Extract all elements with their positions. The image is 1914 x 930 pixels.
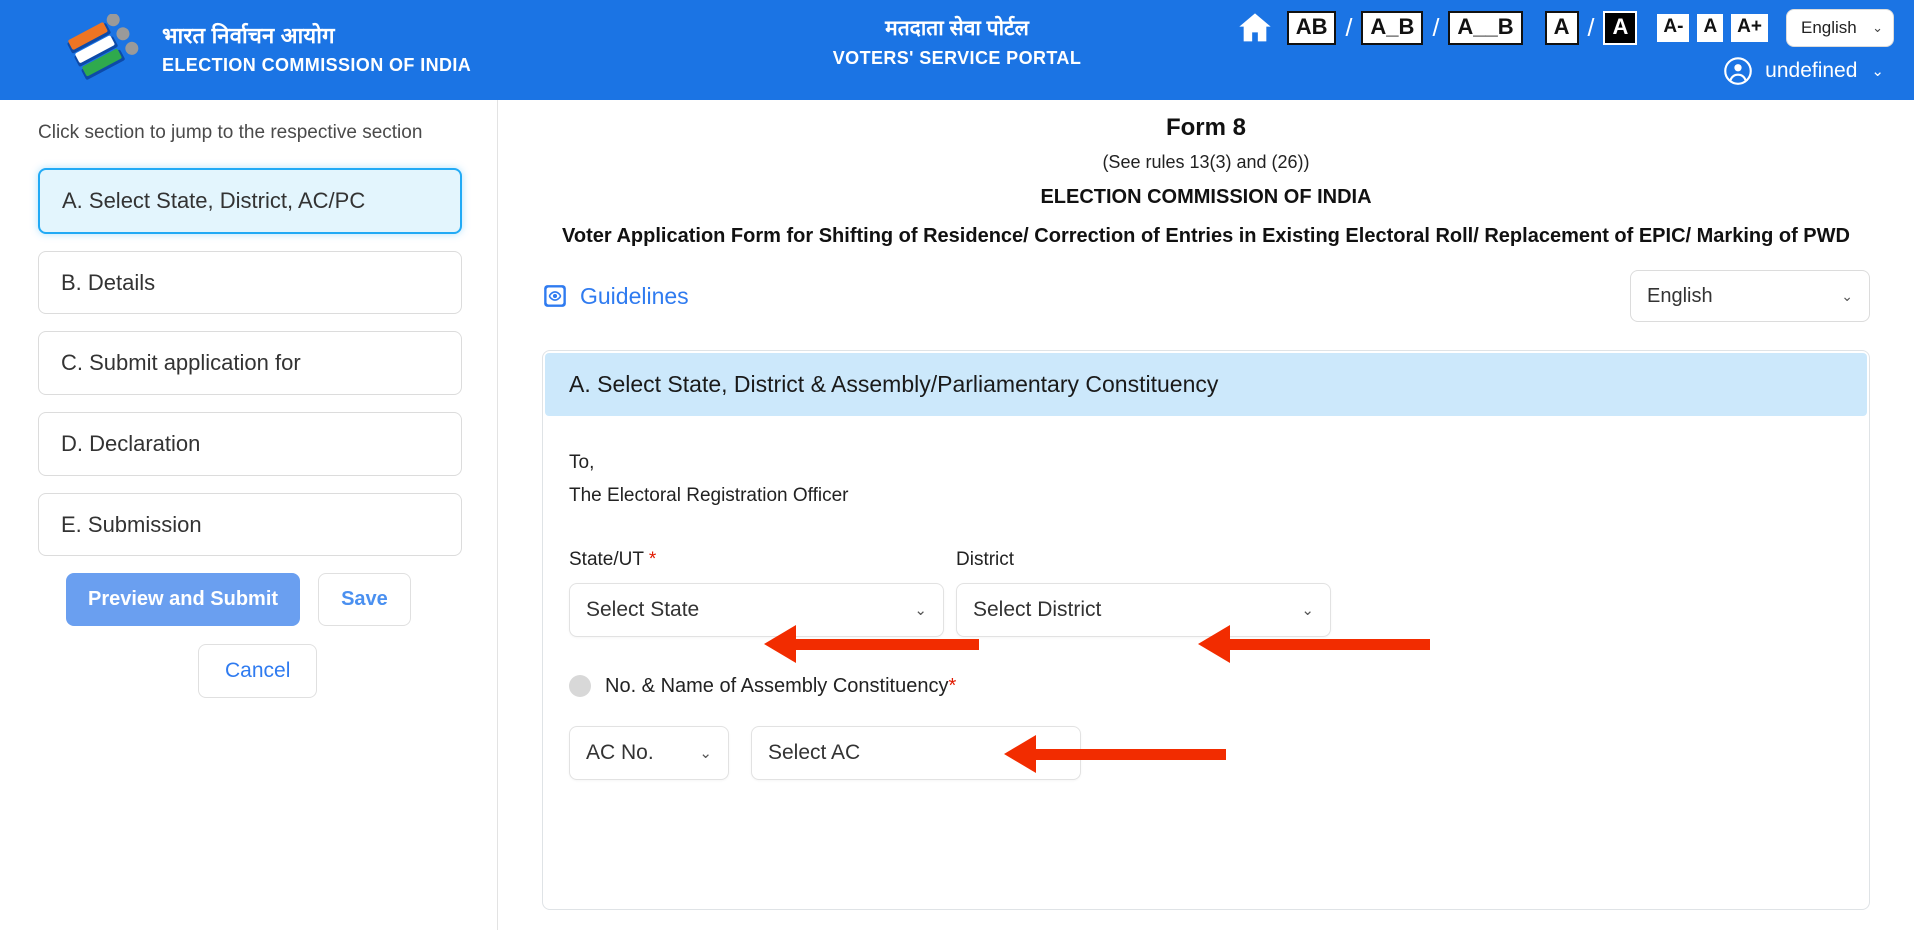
ac-no-select[interactable]: AC No. ⌄ bbox=[569, 725, 729, 780]
brand-text: भारत निर्वाचन आयोग ELECTION COMMISSION O… bbox=[162, 22, 471, 76]
accessibility-toolbar: AB / A_B / A__B A / A A- A A+ English ⌄ bbox=[1235, 8, 1894, 48]
sidebar-item-submit-application-for[interactable]: C. Submit application for bbox=[38, 331, 462, 396]
cancel-button[interactable]: Cancel bbox=[198, 644, 318, 699]
ac-no-field: AC No. ⌄ bbox=[569, 725, 729, 780]
addressee-officer: The Electoral Registration Officer bbox=[569, 485, 849, 507]
save-button[interactable]: Save bbox=[318, 573, 411, 627]
sidebar-item-details[interactable]: B. Details bbox=[38, 250, 462, 315]
eci-ballot-logo-icon bbox=[67, 14, 139, 80]
state-district-row: State/UT * Select State ⌄ District Selec… bbox=[569, 549, 1843, 663]
chevron-down-icon: ⌄ bbox=[1872, 20, 1883, 35]
chevron-down-icon: ⌄ bbox=[1301, 601, 1314, 619]
home-icon[interactable] bbox=[1235, 8, 1275, 48]
required-asterisk: * bbox=[948, 674, 957, 697]
sidebar-item-label: A. Select State, District, AC/PC bbox=[62, 188, 366, 213]
header-language-select[interactable]: English ⌄ bbox=[1786, 9, 1894, 47]
ac-name-select[interactable]: Select AC ⌄ bbox=[751, 725, 1081, 780]
user-menu[interactable]: undefined ⌄ bbox=[1723, 56, 1884, 86]
contrast-invert-button[interactable]: A bbox=[1603, 11, 1638, 45]
eye-guidelines-icon bbox=[544, 285, 566, 307]
state-label: State/UT * bbox=[569, 549, 944, 571]
letter-spacing-normal-button[interactable]: AB bbox=[1286, 11, 1337, 45]
chevron-down-icon: ⌄ bbox=[1871, 63, 1884, 80]
chevron-down-icon: ⌄ bbox=[1051, 744, 1064, 762]
section-a-heading: A. Select State, District & Assembly/Par… bbox=[545, 353, 1867, 416]
section-a-panel: A. Select State, District & Assembly/Par… bbox=[542, 350, 1870, 910]
sidebar-item-label: E. Submission bbox=[61, 511, 202, 537]
chevron-down-icon: ⌄ bbox=[914, 601, 927, 619]
section-navigation-sidebar: Click section to jump to the respective … bbox=[0, 100, 498, 930]
required-asterisk: * bbox=[648, 548, 657, 570]
a11y-separator-1: / bbox=[1345, 13, 1353, 42]
contrast-normal-button[interactable]: A bbox=[1544, 11, 1579, 45]
sidebar-item-label: B. Details bbox=[61, 269, 156, 295]
chevron-down-icon: ⌄ bbox=[1841, 287, 1853, 304]
letter-spacing-wide-button[interactable]: A__B bbox=[1448, 11, 1523, 45]
form-title: Form 8 bbox=[1165, 114, 1246, 141]
sidebar-action-row: Preview and Submit Save bbox=[38, 573, 497, 627]
form-rules-reference: (See rules 13(3) and (26)) bbox=[1102, 152, 1310, 172]
guidelines-label: Guidelines bbox=[580, 282, 689, 309]
district-label-text: District bbox=[956, 548, 1015, 570]
font-default-button[interactable]: A bbox=[1697, 14, 1724, 42]
section-a-body: To, The Electoral Registration Officer S… bbox=[543, 418, 1869, 780]
state-label-text: State/UT bbox=[569, 548, 644, 570]
brand-hindi: भारत निर्वाचन आयोग bbox=[162, 23, 335, 48]
form-language-select[interactable]: English ⌄ bbox=[1630, 270, 1870, 322]
district-select-value: Select District bbox=[973, 597, 1102, 621]
sidebar-item-select-state-district[interactable]: A. Select State, District, AC/PC bbox=[38, 168, 462, 234]
brand-english: ELECTION COMMISSION OF INDIA bbox=[162, 54, 472, 75]
sidebar-item-label: C. Submit application for bbox=[61, 350, 301, 376]
guidelines-row: Guidelines English ⌄ bbox=[542, 270, 1870, 322]
form-subtitle: Voter Application Form for Shifting of R… bbox=[562, 225, 1850, 247]
font-increase-button[interactable]: A+ bbox=[1731, 14, 1768, 42]
app-header: भारत निर्वाचन आयोग ELECTION COMMISSION O… bbox=[0, 0, 1914, 100]
state-field: State/UT * Select State ⌄ bbox=[569, 549, 979, 663]
user-name: undefined bbox=[1765, 59, 1858, 82]
sidebar-item-submission[interactable]: E. Submission bbox=[38, 492, 462, 557]
assembly-constituency-label: No. & Name of Assembly Constituency* bbox=[605, 675, 956, 698]
sidebar-item-declaration[interactable]: D. Declaration bbox=[38, 412, 462, 476]
form-language-value: English bbox=[1647, 284, 1713, 307]
chevron-down-icon: ⌄ bbox=[699, 744, 712, 762]
sidebar-hint: Click section to jump to the respective … bbox=[38, 122, 423, 143]
district-field: District Select District ⌄ bbox=[956, 549, 1430, 663]
state-select-value: Select State bbox=[586, 597, 700, 621]
preview-and-submit-button[interactable]: Preview and Submit bbox=[66, 573, 301, 627]
user-circle-icon bbox=[1724, 57, 1752, 85]
district-select[interactable]: Select District ⌄ bbox=[956, 582, 1331, 637]
form-main-area: Form 8 (See rules 13(3) and (26)) ELECTI… bbox=[498, 100, 1914, 930]
a11y-separator-2: / bbox=[1432, 13, 1440, 42]
assembly-constituency-row: AC No. ⌄ Select AC ⌄ bbox=[569, 725, 1843, 780]
state-select[interactable]: Select State ⌄ bbox=[569, 582, 944, 637]
brand-block: भारत निर्वाचन आयोग ELECTION COMMISSION O… bbox=[0, 0, 471, 84]
font-decrease-button[interactable]: A- bbox=[1657, 14, 1690, 42]
addressee-block: To, The Electoral Registration Officer bbox=[569, 446, 1843, 513]
addressee-to: To, bbox=[569, 452, 595, 473]
assembly-label-text: No. & Name of Assembly Constituency bbox=[605, 674, 949, 697]
letter-spacing-medium-button[interactable]: A_B bbox=[1361, 11, 1424, 45]
ac-no-value: AC No. bbox=[586, 740, 654, 764]
header-language-value: English bbox=[1801, 18, 1857, 37]
cancel-row: Cancel bbox=[38, 644, 497, 699]
page-body: Click section to jump to the respective … bbox=[0, 100, 1914, 930]
a11y-separator-3: / bbox=[1587, 13, 1595, 42]
district-label: District bbox=[956, 549, 1331, 571]
ac-name-field: Select AC ⌄ bbox=[751, 725, 1226, 780]
radio-button-icon[interactable] bbox=[569, 675, 591, 697]
form-authority: ELECTION COMMISSION OF INDIA bbox=[1040, 186, 1372, 208]
assembly-constituency-option[interactable]: No. & Name of Assembly Constituency* bbox=[569, 675, 1843, 698]
guidelines-link[interactable]: Guidelines bbox=[542, 283, 689, 310]
ac-name-value: Select AC bbox=[768, 740, 861, 764]
sidebar-item-label: D. Declaration bbox=[61, 431, 201, 457]
